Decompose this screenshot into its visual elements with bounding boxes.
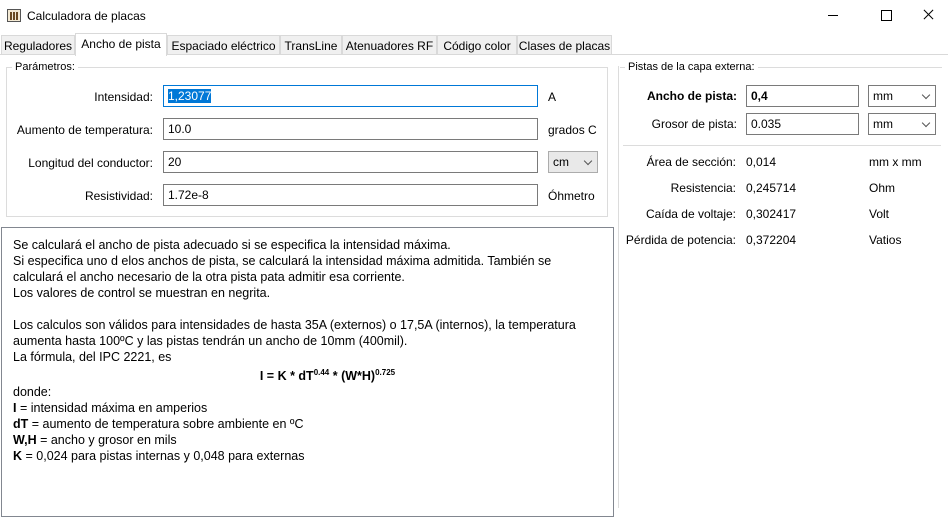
area-unit: mm x mm [869, 155, 922, 169]
maximize-button[interactable] [863, 0, 909, 30]
window-title: Calculadora de placas [27, 9, 146, 23]
power-loss-value: 0,372204 [746, 233, 797, 247]
formula: I = K * dT0.44 * (W*H)0.725 [259, 368, 396, 383]
track-width-unit-select[interactable]: mm [868, 85, 936, 107]
tab-ancho-de-pista[interactable]: Ancho de pista [75, 33, 167, 56]
resistance-unit: Ohm [869, 181, 896, 195]
current-unit: A [548, 90, 557, 104]
track-thickness-unit-select[interactable]: mm [868, 113, 936, 135]
tab-reguladores[interactable]: Reguladores [1, 35, 75, 55]
chevron-down-icon [921, 118, 931, 128]
info-line-4: Los calculos son válidos para intensidad… [13, 318, 576, 348]
tab-clases-de-placas[interactable]: Clases de placas [517, 35, 612, 55]
minimize-button[interactable] [810, 0, 856, 30]
calculator-app-icon [7, 9, 21, 22]
voltage-drop-label: Caída de voltaje: [645, 207, 736, 221]
info-line-2: Si especifica uno d elos anchos de pista… [13, 254, 552, 284]
power-loss-unit: Vatios [869, 233, 902, 247]
definition-i: I = intensidad máxima en amperios [13, 401, 208, 415]
voltage-drop-unit: Volt [869, 207, 890, 221]
tab-atenuadores-rf[interactable]: Atenuadores RF [342, 35, 437, 55]
length-input[interactable]: 20 [163, 151, 538, 173]
track-thickness-input[interactable]: 0.035 [746, 113, 859, 135]
resistance-value: 0,245714 [746, 181, 797, 195]
track-width-label: Ancho de pista: [646, 89, 737, 103]
info-textbox[interactable]: Se calculará el ancho de pista adecuado … [1, 227, 614, 517]
info-line-5: La fórmula, del IPC 2221, es [13, 350, 172, 364]
length-unit-select[interactable]: cm [548, 151, 598, 173]
resistance-label: Resistencia: [670, 181, 736, 195]
track-width-input[interactable]: 0,4 [746, 85, 859, 107]
current-input[interactable]: 1,23077 [163, 85, 538, 107]
area-value: 0,014 [746, 155, 777, 169]
chevron-down-icon [583, 156, 593, 166]
temperature-unit: grados C [548, 123, 597, 137]
info-line-3: Los valores de control se muestran en ne… [13, 286, 271, 300]
info-line-1: Se calculará el ancho de pista adecuado … [13, 238, 451, 252]
close-button[interactable] [906, 0, 948, 30]
current-value: 1,23077 [168, 89, 212, 103]
tab-codigo-color[interactable]: Código color [437, 35, 517, 55]
length-label: Longitud del conductor: [28, 156, 153, 170]
track-width-unit-value: mm [873, 89, 893, 103]
definition-k: K = 0,024 para pistas internas y 0,048 p… [13, 449, 305, 463]
power-loss-label: Pérdida de potencia: [625, 233, 736, 247]
definition-wh: W,H = ancho y grosor en mils [13, 433, 177, 447]
current-label: Intensidad: [94, 90, 153, 104]
temperature-input[interactable]: 10.0 [163, 118, 538, 140]
info-line-6: donde: [13, 385, 52, 399]
tab-transline[interactable]: TransLine [280, 35, 342, 55]
tab-espaciado-electrico[interactable]: Espaciado eléctrico [167, 35, 280, 55]
parameters-legend: Parámetros: [15, 61, 75, 73]
external-legend: Pistas de la capa externa: [628, 61, 755, 73]
tab-bar: Reguladores Ancho de pista Espaciado elé… [0, 33, 948, 56]
title-bar: Calculadora de placas [0, 0, 948, 32]
chevron-down-icon [921, 90, 931, 100]
area-label: Área de sección: [646, 155, 736, 169]
length-unit-value: cm [553, 155, 569, 169]
resistivity-label: Resistividad: [84, 189, 153, 203]
separator [623, 145, 941, 146]
temperature-label: Aumento de temperatura: [16, 123, 153, 137]
track-thickness-label: Grosor de pista: [651, 117, 737, 131]
resistivity-input[interactable]: 1.72e-8 [163, 184, 538, 206]
definition-dt: dT = aumento de temperatura sobre ambien… [13, 417, 304, 431]
voltage-drop-value: 0,302417 [746, 207, 797, 221]
resistivity-unit: Óhmetro [548, 189, 595, 203]
track-thickness-unit-value: mm [873, 117, 893, 131]
